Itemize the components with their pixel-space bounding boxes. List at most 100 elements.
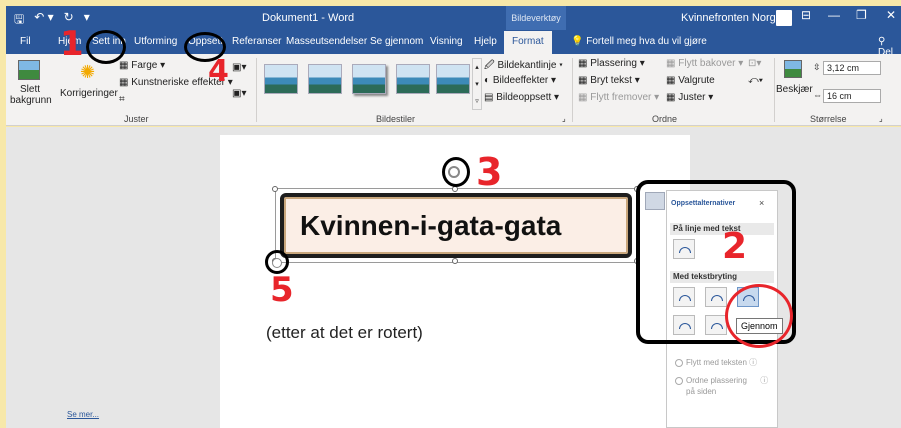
bring-forward-label: Flytt fremover ▾ [590, 92, 660, 103]
remove-background-button[interactable]: Slett bakgrunn [10, 84, 52, 106]
resize-handle[interactable] [272, 186, 278, 192]
position-label: Plassering ▾ [590, 58, 645, 69]
radio-icon [675, 358, 683, 367]
width-icon: ⇔ [813, 90, 822, 100]
user-name[interactable]: Kvinnefronten Norge [681, 12, 782, 24]
undo-icon[interactable]: ↶ ▾ [34, 10, 53, 31]
see-more-link[interactable]: Se mer... [67, 410, 99, 419]
group-label-adjust: Juster [124, 114, 149, 124]
selection-pane-label: Valgrute [678, 75, 715, 86]
minimize-icon[interactable]: — [828, 8, 840, 22]
artistic-effects-icon: ▦ [119, 77, 132, 88]
send-backward-icon: ▦ [666, 58, 679, 69]
body-text: (etter at det er rotert) [266, 323, 423, 342]
context-tab-group: Bildeverktøy [506, 6, 566, 30]
dialog-launcher-icon[interactable]: ⌟ [562, 114, 566, 123]
ribbon-separator [256, 58, 257, 122]
crop-icon [784, 60, 802, 78]
reset-picture-icon[interactable]: ▣▾ [232, 88, 246, 99]
color-icon: ▦ [119, 60, 132, 71]
position-icon: ▦ [578, 58, 591, 69]
picture-effects-button[interactable]: ◐ Bildeeffekter ▾ [484, 75, 556, 86]
tab-utforming[interactable]: Utforming [134, 36, 177, 47]
ribbon-tabs: Fil Hjem Sett inn Utforming Oppsett Refe… [6, 30, 901, 58]
radio-icon [675, 376, 683, 385]
group-objects-icon[interactable]: ⊡▾ [748, 58, 761, 69]
tab-masseutsendelser[interactable]: Masseutsendelser [286, 36, 367, 47]
send-backward-button[interactable]: ▦ Flytt bakover ▾ [666, 58, 743, 69]
picture-style-5[interactable] [436, 64, 470, 94]
height-icon: ⇳ [813, 62, 821, 72]
change-picture-icon[interactable]: ▣▾ [232, 62, 246, 73]
picture-style-1[interactable] [264, 64, 298, 94]
styles-scroll[interactable]: ▴ ▾ ▿ [472, 58, 482, 110]
restore-icon[interactable]: ❐ [856, 8, 867, 22]
tell-me-label: Fortell meg hva du vil gjøre [586, 36, 707, 47]
bring-forward-button[interactable]: ▦ Flytt fremover ▾ [578, 92, 659, 103]
document-title: Dokument1 - Word [262, 12, 355, 24]
align-button[interactable]: ▦ Juster ▾ [666, 92, 713, 103]
picture-layout-button[interactable]: ▤ Bildeoppsett ▾ [484, 92, 559, 103]
selection-pane-icon: ▦ [666, 75, 679, 86]
compress-icon[interactable]: ⌗ [119, 94, 125, 105]
annotation-number-4: 4 [208, 54, 229, 89]
picture-layout-icon: ▤ [484, 92, 497, 103]
position-button[interactable]: ▦ Plassering ▾ [578, 58, 645, 69]
annotation-circle [442, 157, 470, 187]
annotation-number-5: 5 [270, 270, 294, 310]
picture-style-2[interactable] [308, 64, 342, 94]
ribbon-display-icon[interactable]: ⊟ [801, 8, 811, 22]
close-icon[interactable]: ✕ [886, 8, 896, 22]
corrections-button[interactable]: Korrigeringer [60, 88, 118, 99]
crop-button[interactable]: Beskjær [776, 84, 813, 95]
tab-format[interactable]: Format [504, 31, 552, 54]
corrections-icon: ✺ [80, 62, 96, 82]
rotate-icon[interactable]: ⤺▾ [748, 75, 763, 86]
align-label: Juster ▾ [678, 92, 714, 103]
annotation-circle [86, 30, 126, 64]
tab-hjelp[interactable]: Hjelp [474, 36, 497, 47]
picture-border-label: Bildekantlinje ▾ [497, 60, 563, 71]
send-backward-label: Flytt bakover ▾ [678, 58, 744, 69]
fix-position-option[interactable]: Ordne plassering på siden ⓘ [675, 375, 768, 397]
lightbulb-icon: 💡 [571, 36, 587, 47]
align-icon: ▦ [666, 92, 679, 103]
selection-pane-button[interactable]: ▦ Valgrute [666, 75, 715, 86]
group-label-size: Størrelse [810, 114, 847, 124]
tab-fil[interactable]: Fil [20, 36, 31, 47]
customize-qat-icon[interactable]: ▾ [84, 10, 90, 31]
picture-effects-label: Bildeeffekter ▾ [492, 75, 557, 86]
picture-border-button[interactable]: 🖉 Bildekantlinje ▾ [484, 58, 563, 75]
picture-style-3[interactable] [352, 64, 386, 94]
bring-forward-icon: ▦ [578, 92, 591, 103]
picture-effects-icon: ◐ [484, 75, 493, 86]
shape-text[interactable]: Kvinnen-i-gata-gata [300, 210, 561, 242]
picture-layout-label: Bildeoppsett ▾ [496, 92, 560, 103]
width-input[interactable]: 16 cm [823, 89, 881, 103]
ribbon-separator [774, 58, 775, 122]
tell-me-search[interactable]: 💡 Fortell meg hva du vil gjøre [571, 36, 707, 47]
annotation-number-2: 2 [722, 226, 748, 267]
annotation-number-1: 1 [60, 24, 84, 64]
group-label-arrange: Ordne [652, 114, 678, 124]
save-icon[interactable]: 🖫 [14, 10, 24, 31]
tab-se-gjennom[interactable]: Se gjennom [370, 36, 423, 47]
size-dialog-launcher-icon[interactable]: ⌟ [879, 114, 883, 123]
color-button[interactable]: ▦ Farge ▾ [119, 60, 165, 71]
color-label: Farge ▾ [131, 60, 166, 71]
avatar[interactable] [776, 10, 792, 26]
remove-background-icon[interactable] [18, 60, 40, 80]
move-with-text-option[interactable]: Flytt med teksten ⓘ [675, 357, 757, 368]
title-bar: 🖫 ↶ ▾ ↻ ▾ Dokument1 - Word Bildeverktøy … [6, 6, 901, 30]
annotation-circle-red [725, 284, 793, 348]
wrap-text-button[interactable]: ▦ Bryt tekst ▾ [578, 75, 640, 86]
resize-handle[interactable] [452, 258, 458, 264]
picture-border-icon: 🖉 [484, 60, 498, 71]
wrap-text-label: Bryt tekst ▾ [590, 75, 640, 86]
ribbon-separator [572, 58, 573, 122]
tab-visning[interactable]: Visning [430, 36, 463, 47]
height-input[interactable]: 3,12 cm [823, 61, 881, 75]
picture-style-4[interactable] [396, 64, 430, 94]
tab-referanser[interactable]: Referanser [232, 36, 281, 47]
ribbon: Slett bakgrunn ✺ Korrigeringer ▦ Farge ▾… [6, 54, 901, 126]
